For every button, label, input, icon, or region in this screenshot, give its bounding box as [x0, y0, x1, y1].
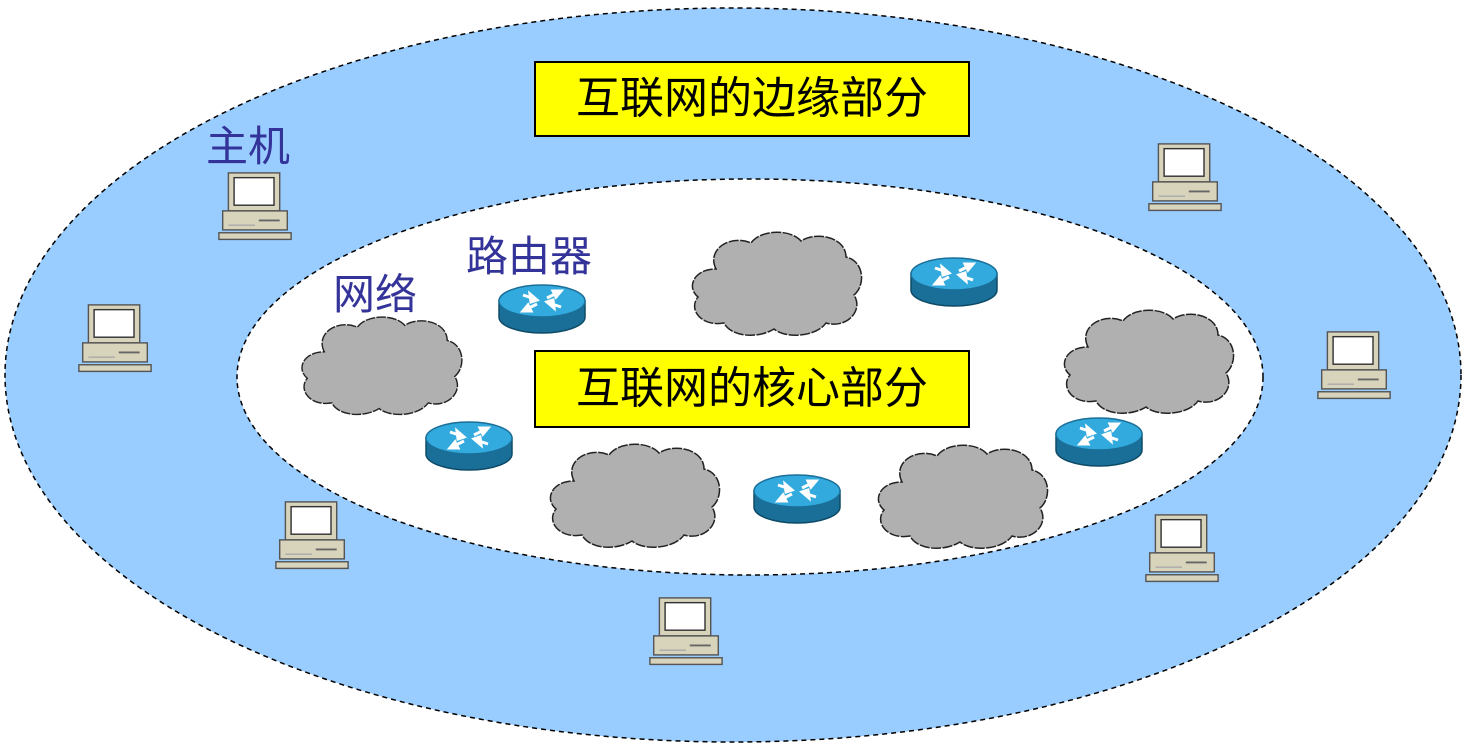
desktop-computer-icon	[648, 596, 724, 666]
desktop-computer-icon	[77, 303, 153, 373]
router-icon	[909, 256, 999, 308]
network-caption: 网络	[333, 270, 418, 319]
router-icon	[752, 473, 842, 525]
host-caption: 主机	[206, 122, 291, 171]
router-icon	[1054, 416, 1144, 468]
router-caption: 路由器	[466, 232, 593, 281]
desktop-computer-icon	[217, 171, 293, 241]
core-label: 互联网的核心部分	[534, 350, 970, 428]
desktop-computer-icon	[1147, 142, 1223, 212]
desktop-computer-icon	[1144, 513, 1220, 583]
desktop-computer-icon	[1316, 330, 1392, 400]
edge-label: 互联网的边缘部分	[534, 61, 970, 137]
router-icon	[497, 283, 587, 335]
router-icon	[424, 420, 514, 472]
desktop-computer-icon	[274, 500, 350, 570]
